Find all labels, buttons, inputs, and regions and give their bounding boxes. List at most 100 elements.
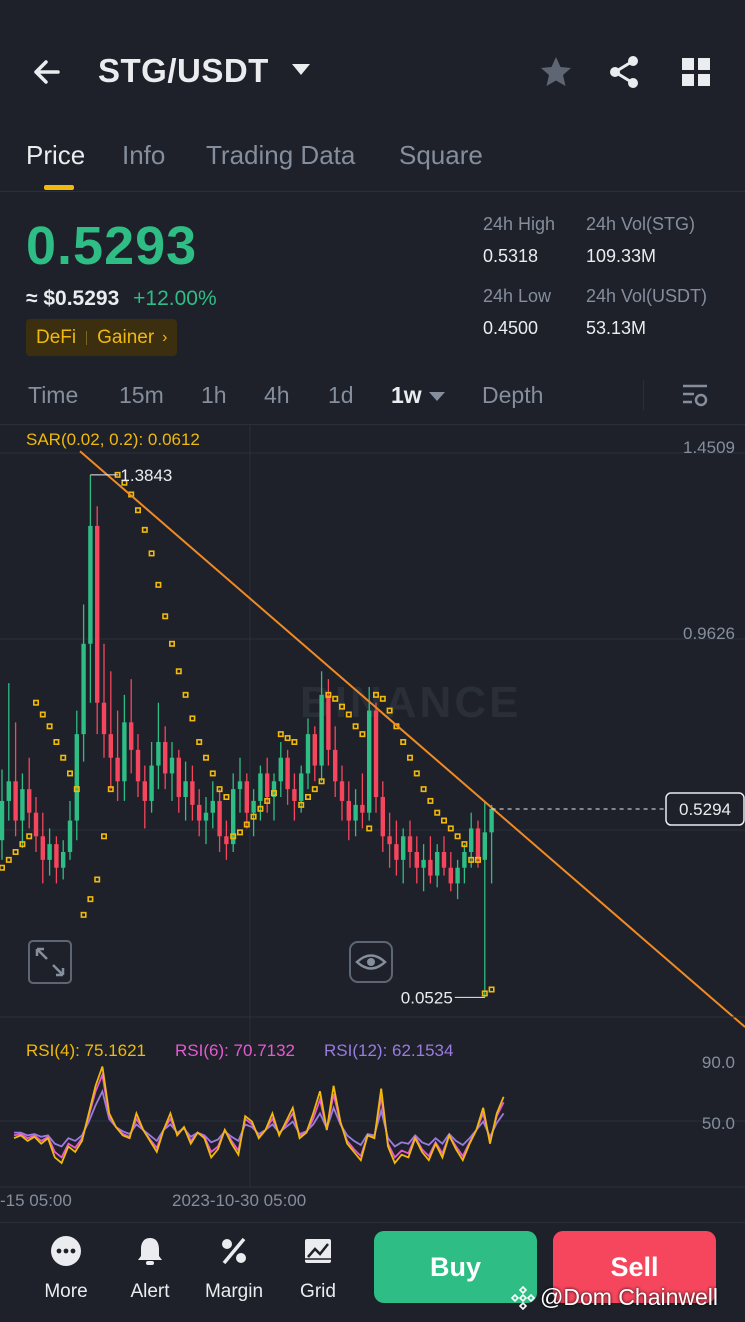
last-price-tag-text: 0.5294: [679, 800, 731, 819]
price-usd-line: ≈ $0.5293 +12.00%: [26, 287, 217, 311]
high-annotation: 1.3843: [120, 466, 172, 485]
sar-dot: [53, 738, 60, 745]
sar-layer: [0, 471, 495, 997]
candle-body: [482, 832, 487, 860]
sar-dot: [5, 856, 12, 863]
last-price-tag[interactable]: 0.5294: [491, 792, 745, 826]
tab-info[interactable]: Info: [122, 140, 165, 171]
candle-body: [135, 749, 141, 782]
sar-dot: [209, 770, 216, 777]
interval-1h[interactable]: 1h: [201, 382, 227, 409]
vol-quote-value: 53.13M: [586, 318, 647, 338]
candle-body: [448, 867, 453, 884]
sar-dot: [175, 668, 182, 675]
candle-body: [469, 828, 474, 852]
sar-dot: [169, 640, 176, 647]
section-tabs: Price Info Trading Data Square: [0, 130, 745, 192]
fullscreen-button[interactable]: [28, 940, 72, 984]
interval-15m[interactable]: 15m: [119, 382, 164, 409]
candle-body: [319, 694, 324, 766]
share-icon[interactable]: [605, 52, 645, 92]
caret-down-icon[interactable]: [292, 64, 310, 75]
bell-icon: [138, 1238, 162, 1265]
interval-bar: Time 15m 1h 4h 1d 1w Depth: [0, 370, 745, 425]
nav-more[interactable]: More: [26, 1223, 106, 1322]
rsi-layer: [13, 1066, 505, 1165]
candle-body: [380, 796, 385, 837]
candle-body: [414, 851, 419, 868]
candle-body: [489, 808, 494, 833]
interval-depth[interactable]: Depth: [482, 382, 543, 409]
sar-dot: [406, 754, 413, 761]
candle-body: [13, 781, 18, 821]
interval-4h[interactable]: 4h: [264, 382, 290, 409]
grid-icon[interactable]: [676, 52, 716, 92]
tag-category: DeFi: [36, 326, 77, 348]
interval-1w[interactable]: 1w: [391, 382, 422, 409]
candle-body: [47, 844, 52, 860]
last-price: 0.5293: [26, 216, 198, 276]
candle-body: [163, 741, 168, 774]
tab-price[interactable]: Price: [26, 140, 85, 171]
candle-body: [462, 851, 467, 868]
star-icon[interactable]: [536, 52, 576, 92]
sar-dot: [440, 817, 447, 824]
candle-body: [367, 710, 372, 813]
usd-price: ≈ $0.5293: [26, 287, 120, 310]
grid-bot-icon: [305, 1239, 331, 1263]
candle-body: [67, 820, 73, 852]
candle-body: [305, 734, 311, 774]
sar-dot: [277, 731, 284, 738]
nav-grid-label: Grid: [300, 1281, 336, 1302]
candle-body: [122, 722, 127, 782]
nav-margin[interactable]: Margin: [194, 1223, 274, 1322]
chart-area[interactable]: BINANCE SAR(0.02, 0.2): 0.0612 1.4509 0.…: [0, 425, 745, 1225]
back-arrow-icon[interactable]: [28, 52, 68, 92]
nav-grid[interactable]: Grid: [278, 1223, 358, 1322]
candle-body: [360, 804, 365, 813]
sar-dot: [366, 825, 373, 832]
eye-toggle-button[interactable]: [349, 941, 393, 983]
time-label: 2023-10-30 05:00: [172, 1191, 306, 1210]
tag-badge[interactable]: DeFi Gainer ›: [26, 319, 178, 356]
candle-body: [40, 836, 45, 860]
more-dots-icon: [51, 1236, 81, 1266]
chart-settings-icon[interactable]: [680, 380, 710, 410]
pair-title[interactable]: STG/USDT: [98, 52, 269, 90]
caret-down-icon[interactable]: [429, 392, 445, 401]
sar-dot: [60, 754, 67, 761]
sar-dot: [182, 691, 189, 698]
high-label: 24h High: [483, 214, 556, 234]
vol-base-label: 24h Vol(STG): [586, 214, 696, 234]
candle-body: [326, 694, 331, 750]
candle-body: [217, 800, 222, 837]
sar-dot: [141, 526, 148, 533]
candle-body: [210, 800, 215, 813]
candle-body: [6, 781, 11, 801]
candle-body: [101, 702, 107, 735]
binance-watermark: BINANCE: [300, 678, 521, 727]
author-watermark: @Dom Chainwell: [510, 1284, 718, 1311]
tab-trading-data[interactable]: Trading Data: [206, 140, 355, 171]
tag-rank: Gainer: [97, 326, 155, 348]
sar-dot: [311, 786, 318, 793]
nav-alert-label: Alert: [130, 1281, 170, 1302]
interval-1d[interactable]: 1d: [328, 382, 354, 409]
candle-body: [401, 836, 406, 860]
candle-body: [346, 800, 351, 821]
sar-dot: [155, 581, 162, 588]
sar-dot: [0, 864, 6, 871]
sar-dot: [189, 715, 196, 722]
candle-body: [169, 757, 175, 774]
sar-dot: [304, 793, 311, 800]
sar-dot: [46, 723, 53, 730]
tab-square[interactable]: Square: [399, 140, 483, 171]
nav-alert[interactable]: Alert: [110, 1223, 190, 1322]
tag-divider: [86, 330, 88, 345]
candle-body: [258, 773, 263, 801]
low-annotation: 0.0525: [401, 988, 453, 1007]
interval-time[interactable]: Time: [28, 382, 78, 409]
sar-dot: [454, 833, 461, 840]
candle-body: [407, 836, 413, 852]
candle-body: [292, 789, 297, 801]
